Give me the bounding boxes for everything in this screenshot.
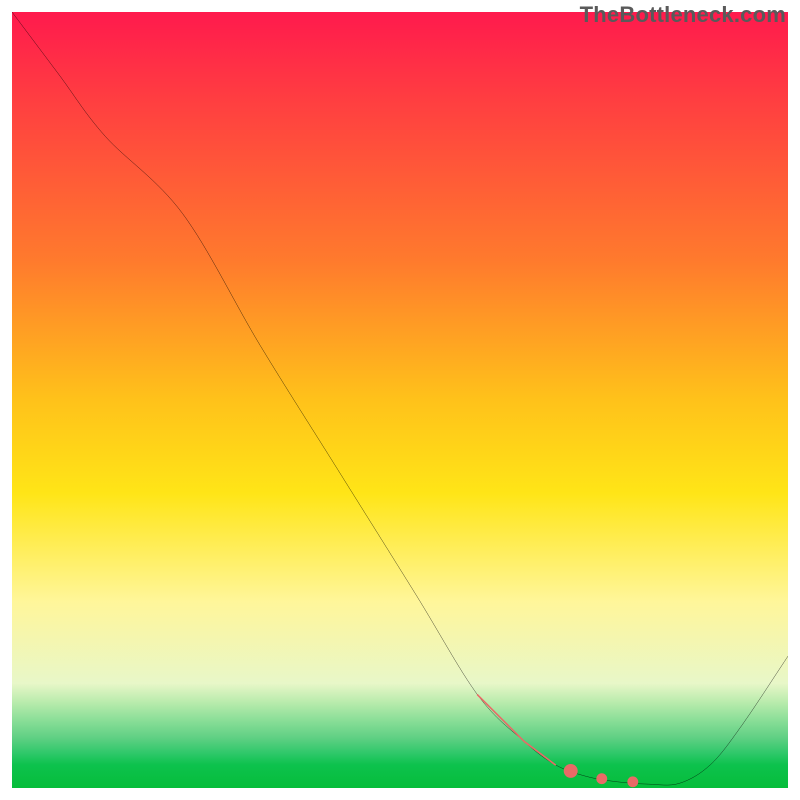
chart-frame: TheBottleneck.com xyxy=(0,0,800,800)
highlight-dot xyxy=(627,776,638,787)
curve-layer xyxy=(12,12,788,788)
highlight-dots xyxy=(564,764,638,787)
plot-area xyxy=(12,12,788,788)
highlight-segment xyxy=(478,695,556,765)
highlight-dot xyxy=(596,773,607,784)
bottleneck-curve xyxy=(12,12,788,785)
highlight-dot xyxy=(564,764,578,778)
